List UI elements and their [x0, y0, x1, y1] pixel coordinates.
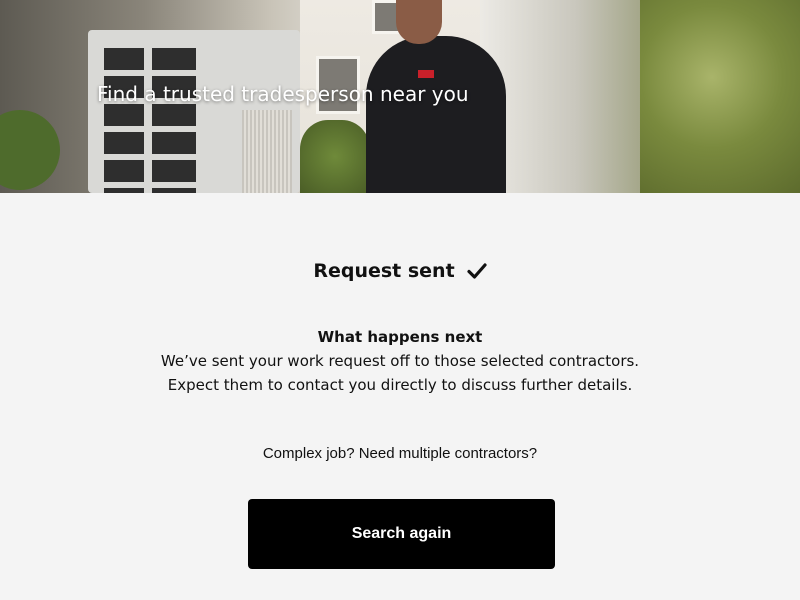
search-again-button[interactable]: Search again	[248, 499, 555, 569]
confirmation-panel: Request sent What happens next We’ve sen…	[0, 193, 800, 600]
hero-foliage	[640, 0, 800, 193]
status-title: Request sent	[313, 260, 455, 282]
hero-banner: Find a trusted tradesperson near you	[0, 0, 800, 193]
hero-shrub	[300, 120, 370, 193]
hero-tradesperson	[366, 36, 506, 193]
hero-logo-patch	[418, 70, 434, 78]
next-steps-text: We’ve sent your work request off to thos…	[160, 352, 640, 370]
check-icon	[467, 263, 487, 279]
complex-job-prompt: Complex job? Need multiple contractors?	[262, 445, 538, 462]
hero-tradesperson-head	[396, 0, 442, 44]
status-row: Request sent	[0, 260, 800, 282]
next-steps-text: Expect them to contact you directly to d…	[167, 376, 633, 394]
hero-heat-pump-grille	[242, 110, 292, 193]
hero-foliage	[0, 110, 60, 190]
next-steps-heading: What happens next	[317, 328, 483, 346]
hero-title: Find a trusted tradesperson near you	[97, 82, 469, 106]
hero-heat-pump-fan	[104, 48, 196, 193]
